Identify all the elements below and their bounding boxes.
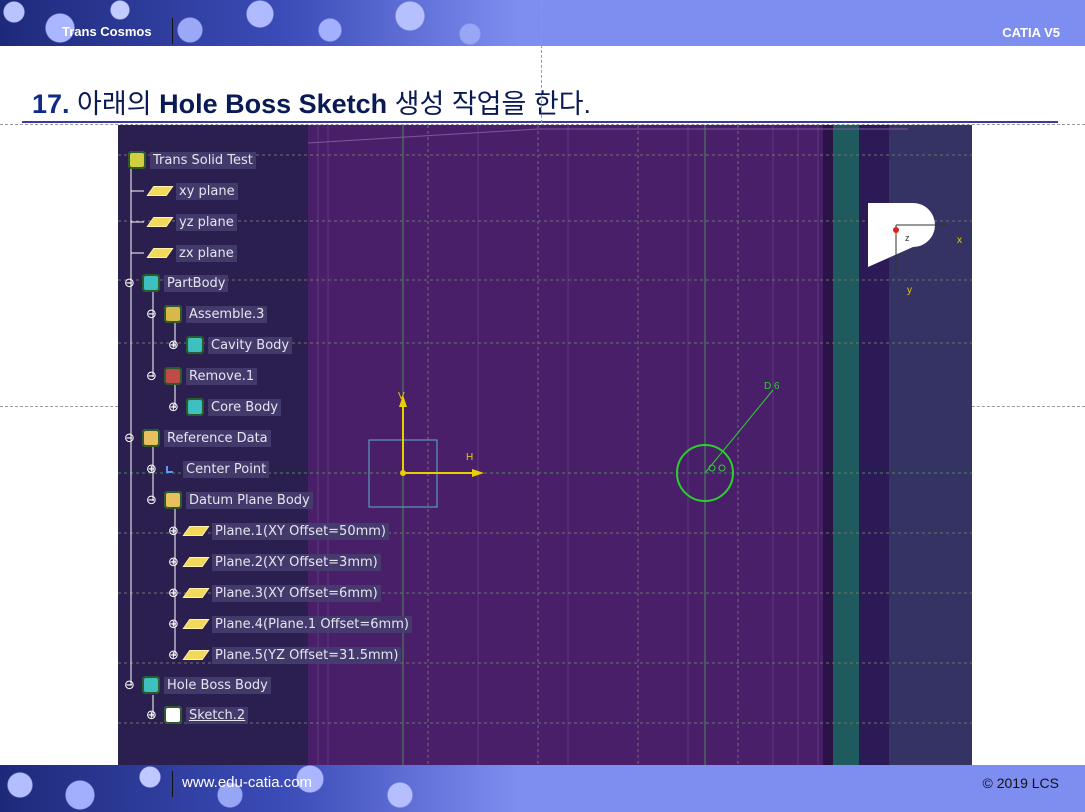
title-underline — [22, 121, 1058, 123]
tree-node[interactable]: xy plane — [146, 180, 238, 202]
tree-node-label[interactable]: Plane.4(Plane.1 Offset=6mm) — [212, 615, 412, 633]
collapse-icon[interactable]: ⊖ — [146, 369, 160, 384]
compass-z-label: z — [905, 233, 910, 243]
compass-y-label: y — [907, 285, 912, 296]
plane-icon — [182, 526, 210, 536]
expand-icon[interactable]: ⊕ — [146, 708, 160, 723]
plane-icon — [182, 557, 210, 567]
tree-node-label[interactable]: Remove.1 — [186, 367, 258, 385]
tree-node-label[interactable]: Plane.5(YZ Offset=31.5mm) — [212, 646, 402, 664]
tree-node-label[interactable]: Center Point — [183, 460, 270, 478]
tree-node-label[interactable]: Hole Boss Body — [164, 676, 271, 694]
collapse-icon[interactable]: ⊖ — [146, 307, 160, 322]
tree-node-label[interactable]: Sketch.2 — [186, 706, 249, 724]
tree-node[interactable]: ⊕ Plane.5(YZ Offset=31.5mm) — [168, 644, 402, 666]
axis-h-label: H — [466, 452, 474, 463]
tree-node[interactable]: ⊕ Cavity Body — [168, 334, 293, 356]
tree-node[interactable]: Trans Solid Test — [124, 149, 256, 171]
body-icon — [186, 398, 204, 416]
collapse-icon[interactable]: ⊖ — [124, 678, 138, 693]
body-icon — [186, 336, 204, 354]
plane-icon — [146, 186, 174, 196]
tree-node[interactable]: ⊖ Remove.1 — [146, 365, 258, 387]
header-brand: Trans Cosmos — [62, 24, 152, 39]
tree-node[interactable]: ⊕ Plane.2(XY Offset=3mm) — [168, 551, 381, 573]
tree-node-label[interactable]: xy plane — [176, 182, 238, 200]
plane-icon — [182, 650, 210, 660]
header-version: CATIA V5 — [1002, 25, 1060, 40]
remove-icon — [164, 367, 182, 385]
geometrical-set-icon — [142, 429, 160, 447]
tree-node-label[interactable]: Trans Solid Test — [150, 151, 256, 169]
body-icon — [142, 676, 160, 694]
tree-node-label[interactable]: Datum Plane Body — [186, 491, 313, 509]
tree-node[interactable]: ⊕ Sketch.2 — [146, 704, 249, 726]
tree-node-label[interactable]: Core Body — [208, 398, 282, 416]
plane-icon — [146, 217, 174, 227]
footer-separator — [172, 771, 173, 797]
dimension-label[interactable]: D 6 — [764, 381, 780, 392]
slide-header: Trans Cosmos CATIA V5 — [0, 0, 1085, 46]
plane-icon — [182, 588, 210, 598]
tree-node[interactable]: ⊖ PartBody — [124, 272, 229, 294]
collapse-icon[interactable]: ⊖ — [146, 493, 160, 508]
footer-copyright: © 2019 LCS — [982, 775, 1059, 791]
geometrical-set-icon — [164, 491, 182, 509]
header-separator — [172, 18, 173, 44]
expand-icon[interactable]: ⊕ — [146, 462, 160, 477]
tree-node-label[interactable]: yz plane — [176, 213, 237, 231]
catia-viewport[interactable]: H V D 6 z x y Trans Solid Test xy plane yz… — [118, 125, 972, 765]
title-bold: Hole Boss Sketch — [159, 89, 388, 119]
tree-node[interactable]: ⊕ Center Point — [146, 458, 270, 480]
point-icon — [166, 465, 173, 473]
tree-node-label[interactable]: Reference Data — [164, 429, 271, 447]
footer-url[interactable]: www.edu-catia.com — [182, 774, 312, 791]
tree-node[interactable]: zx plane — [146, 242, 237, 264]
tree-node[interactable]: ⊖ Hole Boss Body — [124, 674, 271, 696]
expand-icon[interactable]: ⊕ — [168, 555, 182, 570]
tree-node-label[interactable]: PartBody — [164, 274, 229, 292]
specification-tree[interactable]: Trans Solid Test xy plane yz plane zx plane… — [118, 125, 418, 765]
slide-title: 17. 아래의 Hole Boss Sketch 생성 작업을 한다. — [32, 82, 591, 121]
expand-icon[interactable]: ⊕ — [168, 338, 182, 353]
header-decoration — [0, 0, 520, 46]
expand-icon[interactable]: ⊕ — [168, 586, 182, 601]
tree-node[interactable]: yz plane — [146, 211, 237, 233]
tree-node[interactable]: ⊖ Datum Plane Body — [146, 489, 313, 511]
tree-node-label[interactable]: Plane.1(XY Offset=50mm) — [212, 522, 389, 540]
sketch-icon — [164, 706, 182, 724]
title-number: 17. — [32, 89, 70, 119]
tree-node[interactable]: ⊕ Plane.4(Plane.1 Offset=6mm) — [168, 613, 412, 635]
tree-node[interactable]: ⊖ Assemble.3 — [146, 303, 268, 325]
tree-node[interactable]: ⊕ Core Body — [168, 396, 282, 418]
expand-icon[interactable]: ⊕ — [168, 617, 182, 632]
plane-icon — [146, 248, 174, 258]
title-pre: 아래의 — [69, 89, 160, 119]
tree-node-label[interactable]: Cavity Body — [208, 336, 293, 354]
compass-x-label: x — [957, 235, 962, 246]
expand-icon[interactable]: ⊕ — [168, 524, 182, 539]
expand-icon[interactable]: ⊕ — [168, 648, 182, 663]
tree-node-label[interactable]: Assemble.3 — [186, 305, 268, 323]
body-icon — [142, 274, 160, 292]
tree-node[interactable]: ⊕ Plane.1(XY Offset=50mm) — [168, 520, 389, 542]
product-root-icon — [128, 151, 146, 169]
slide-footer: www.edu-catia.com © 2019 LCS — [0, 765, 1085, 812]
collapse-icon[interactable]: ⊖ — [124, 276, 138, 291]
collapse-icon[interactable]: ⊖ — [124, 431, 138, 446]
expand-icon[interactable]: ⊕ — [168, 400, 182, 415]
tree-node-label[interactable]: Plane.3(XY Offset=6mm) — [212, 584, 381, 602]
tree-node-label[interactable]: zx plane — [176, 244, 237, 262]
title-post: 생성 작업을 한다. — [387, 89, 592, 119]
assemble-icon — [164, 305, 182, 323]
tree-node-label[interactable]: Plane.2(XY Offset=3mm) — [212, 553, 381, 571]
tree-node[interactable]: ⊕ Plane.3(XY Offset=6mm) — [168, 582, 381, 604]
plane-icon — [182, 619, 210, 629]
tree-node[interactable]: ⊖ Reference Data — [124, 427, 271, 449]
